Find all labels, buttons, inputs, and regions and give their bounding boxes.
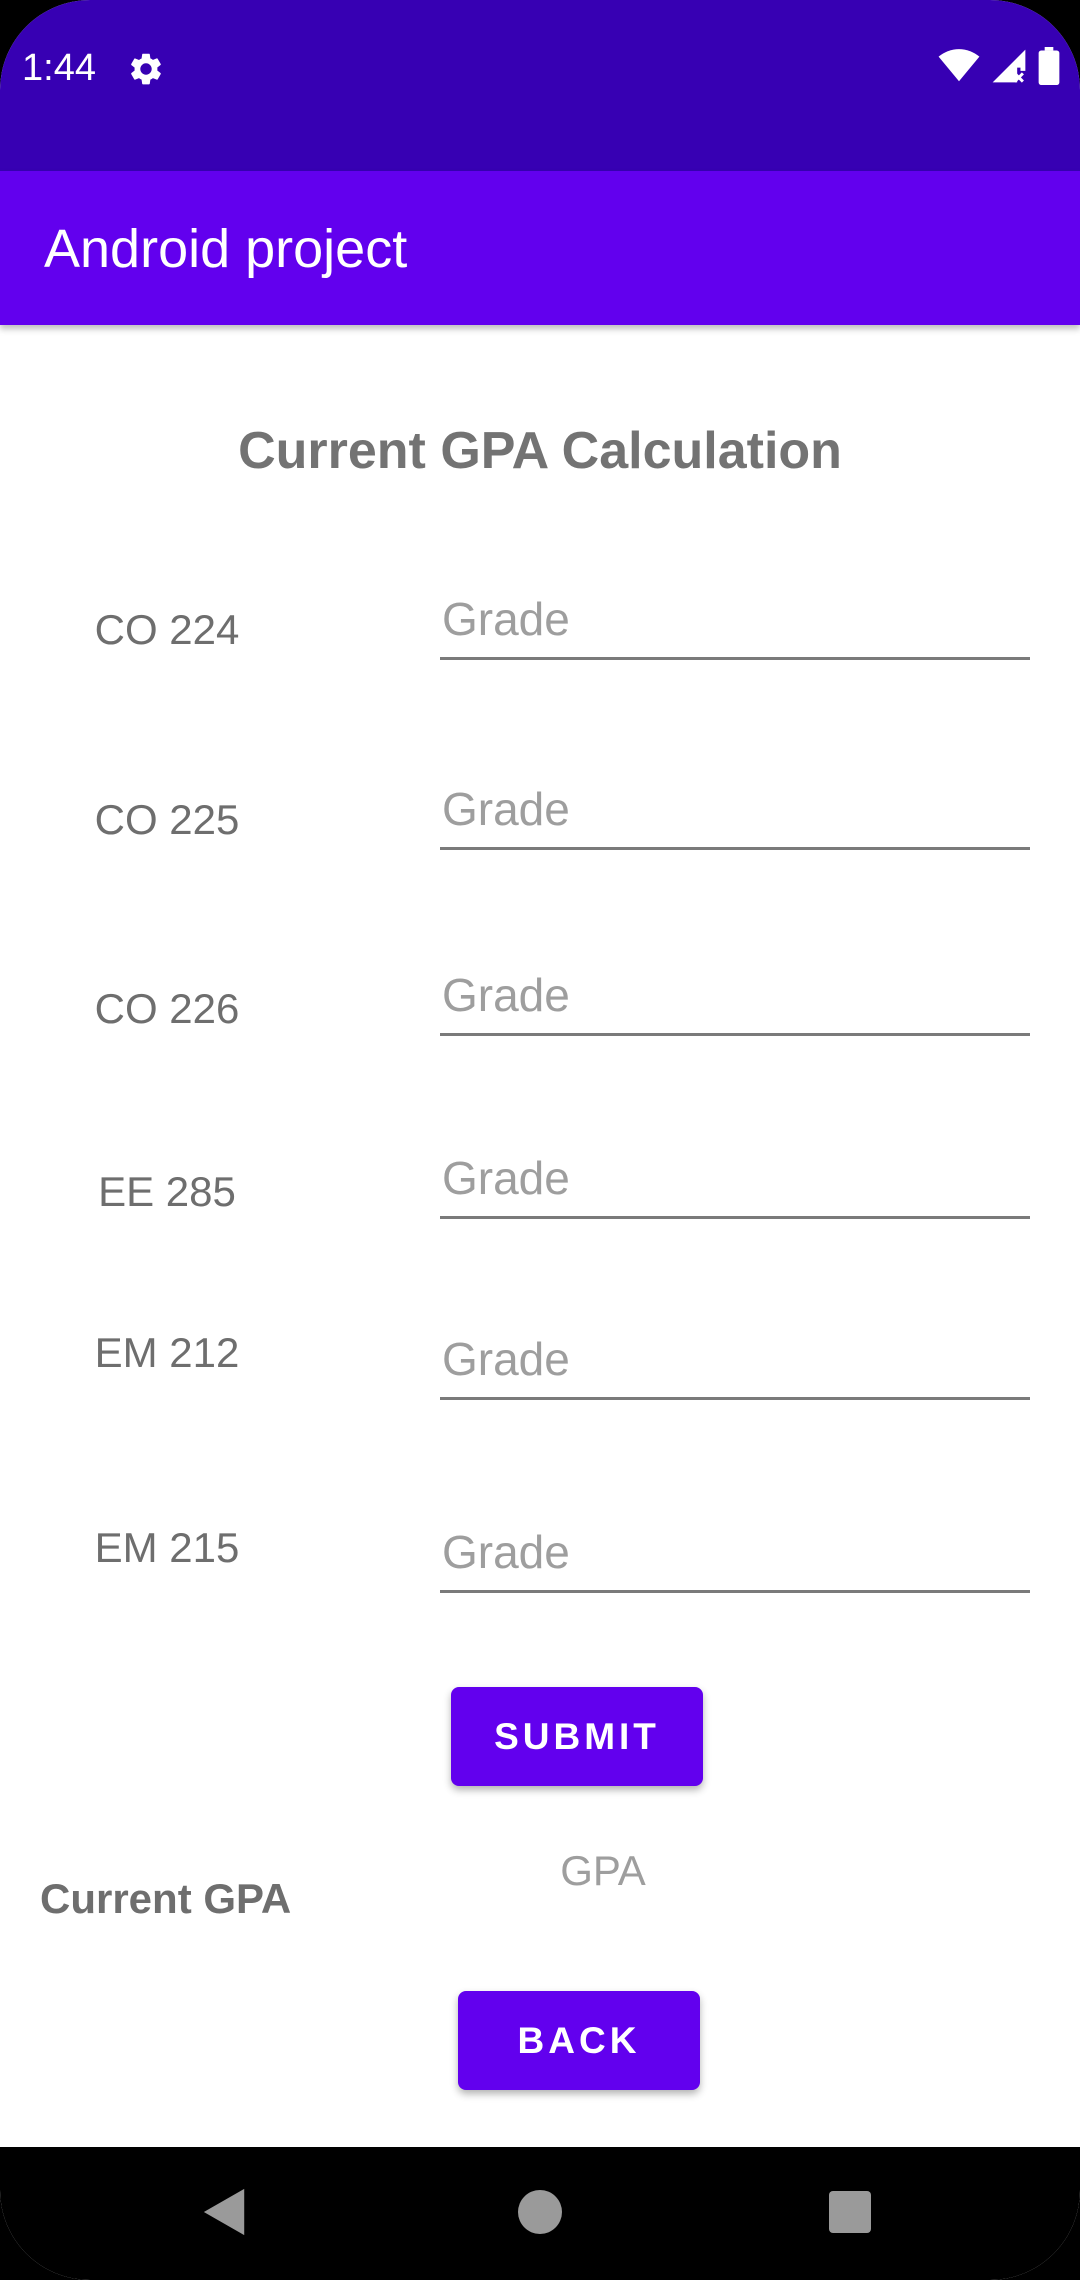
home-circle-icon[interactable] (505, 2177, 575, 2247)
gear-icon (127, 50, 165, 88)
grade-input-ee285[interactable] (440, 1139, 1030, 1219)
back-triangle-icon[interactable] (190, 2177, 260, 2247)
grade-input-co226[interactable] (440, 956, 1030, 1036)
grade-input-em212[interactable] (440, 1320, 1030, 1400)
page-title: Current GPA Calculation (238, 422, 842, 480)
submit-button[interactable]: SUBMIT (451, 1687, 703, 1786)
status-bar: 1:44 (0, 0, 1080, 171)
signal-icon (990, 48, 1028, 89)
battery-icon (1038, 46, 1060, 90)
course-label: CO 225 (94, 796, 240, 843)
current-gpa-label: Current GPA (40, 1875, 292, 1922)
course-label: CO 224 (94, 606, 240, 653)
course-label: EM 212 (94, 1329, 240, 1376)
gpa-result: GPA (560, 1847, 646, 1894)
app-bar: Android project (0, 171, 1080, 325)
grade-input-co225[interactable] (440, 770, 1030, 850)
app-title: Android project (44, 219, 408, 279)
back-button[interactable]: BACK (458, 1991, 700, 2090)
course-label: EM 215 (94, 1524, 240, 1571)
grade-input-em215[interactable] (440, 1513, 1030, 1593)
status-time: 1:44 (22, 47, 96, 89)
wifi-icon (938, 48, 980, 88)
status-icons (938, 46, 1060, 90)
course-label: CO 226 (94, 985, 240, 1032)
course-label: EE 285 (98, 1168, 236, 1215)
grade-input-co224[interactable] (440, 580, 1030, 660)
navigation-bar (0, 2147, 1080, 2280)
recents-square-icon[interactable] (815, 2177, 885, 2247)
app-screen: 1:44 Android project Current GPA Calcula… (0, 0, 1080, 2280)
